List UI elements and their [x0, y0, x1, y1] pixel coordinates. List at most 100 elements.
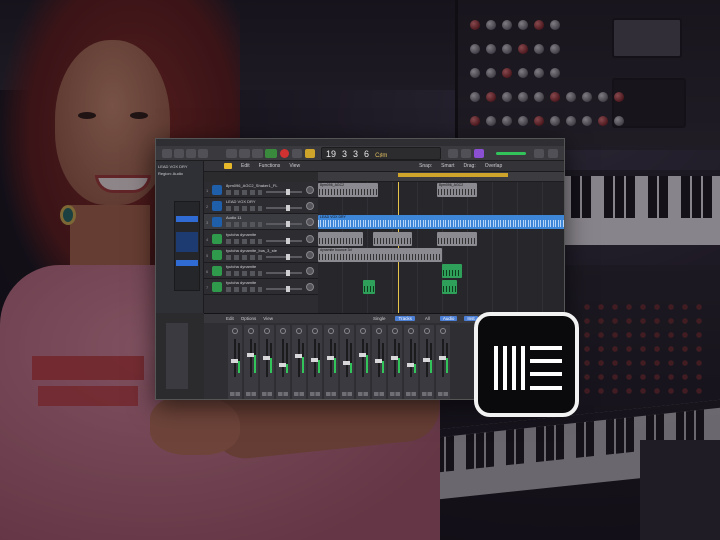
volume-fader[interactable]	[263, 339, 271, 377]
volume-fader[interactable]	[231, 339, 239, 377]
pan-knob[interactable]	[376, 328, 382, 334]
mixer-menu-edit[interactable]: Edit	[226, 316, 234, 321]
fader-handle[interactable]	[286, 237, 290, 244]
track-name[interactable]: tyutcha dynamite	[226, 280, 256, 285]
track-volume-fader[interactable]	[266, 253, 302, 260]
mute-solo-buttons[interactable]	[326, 392, 336, 396]
pan-knob[interactable]	[296, 328, 302, 334]
arrange-area[interactable]: 8pm096_AGC2 8pm096_AGC2 LEAD VOX DRY dynami…	[318, 182, 564, 313]
pan-knob[interactable]	[248, 328, 254, 334]
volume-fader[interactable]	[375, 339, 383, 377]
pan-knob[interactable]	[328, 328, 334, 334]
capture-recording-button[interactable]	[292, 149, 302, 158]
track-pan-knob[interactable]	[306, 283, 314, 292]
region[interactable]: 8pm096_AGC2	[437, 183, 477, 197]
mute-solo-buttons[interactable]	[278, 392, 288, 396]
smart-controls-button[interactable]	[198, 149, 208, 158]
track-name[interactable]: Audio 11	[226, 215, 242, 220]
track-mute-solo-buttons[interactable]	[226, 271, 262, 276]
volume-fader[interactable]	[359, 339, 367, 377]
browser-button[interactable]	[548, 149, 558, 158]
track-mute-solo-buttons[interactable]	[226, 254, 262, 260]
region[interactable]	[318, 231, 363, 246]
mixer-menu-view[interactable]: View	[263, 316, 273, 321]
timeline-ruler[interactable]	[318, 172, 564, 182]
inspector-button[interactable]	[174, 149, 184, 158]
mute-solo-buttons[interactable]	[342, 392, 352, 396]
mute-solo-buttons[interactable]	[246, 392, 256, 396]
input-slot[interactable]	[176, 216, 198, 222]
track-pan-knob[interactable]	[306, 234, 314, 243]
track-header[interactable]: 6 tyutcha dynamite	[204, 263, 318, 279]
fader-handle[interactable]	[286, 221, 290, 228]
snap-value[interactable]: Smart	[441, 163, 454, 169]
volume-fader[interactable]	[423, 339, 431, 377]
fader-handle[interactable]	[286, 253, 290, 260]
record-button[interactable]	[280, 149, 289, 158]
track-pan-knob[interactable]	[306, 186, 314, 194]
pan-knob[interactable]	[280, 328, 286, 334]
track-mute-solo-buttons[interactable]	[226, 206, 262, 212]
play-button[interactable]	[265, 149, 277, 158]
track-pan-knob[interactable]	[306, 202, 314, 211]
channel-strip[interactable]	[292, 325, 306, 399]
fader-handle[interactable]	[286, 205, 290, 212]
track-volume-fader[interactable]	[266, 189, 302, 195]
fader-handle[interactable]	[286, 270, 290, 276]
volume-fader[interactable]	[407, 339, 415, 377]
mute-solo-buttons[interactable]	[262, 392, 272, 396]
channel-strip[interactable]	[276, 325, 290, 399]
mute-solo-buttons[interactable]	[374, 392, 384, 396]
mixer-filter-tracks[interactable]: Tracks	[395, 316, 415, 321]
mixer-filter-single[interactable]: Single	[370, 316, 389, 321]
track-name[interactable]: tyutcha dynamite	[226, 264, 256, 269]
library-button[interactable]	[162, 149, 172, 158]
channel-strip[interactable]	[228, 325, 242, 399]
track-name[interactable]: tyutcha dynamite	[226, 232, 256, 237]
track-mute-solo-buttons[interactable]	[226, 222, 262, 228]
track-header[interactable]: 5 tyutcha dynamite_bus_3_ste	[204, 247, 318, 263]
pan-knob[interactable]	[360, 328, 366, 334]
channel-strip[interactable]	[340, 325, 354, 399]
region[interactable]	[442, 280, 457, 295]
channel-strip[interactable]	[436, 325, 450, 399]
lcd-display[interactable]: 19 3 3 6 C♯m	[321, 147, 441, 160]
volume-fader[interactable]	[311, 339, 319, 377]
channel-strip[interactable]	[404, 325, 418, 399]
tracks-menu-functions[interactable]: Functions	[259, 163, 281, 169]
track-header[interactable]: 4 tyutcha dynamite	[204, 231, 318, 247]
metronome-button[interactable]	[461, 149, 471, 158]
forward-button[interactable]	[239, 149, 250, 158]
track-header[interactable]: 2 LEAD VOX DRY	[204, 198, 318, 215]
drag-value[interactable]: Overlap	[485, 163, 503, 169]
audio-fx-slots[interactable]	[176, 232, 198, 252]
volume-fader[interactable]	[343, 339, 351, 377]
channel-strip[interactable]	[324, 325, 338, 399]
catch-playhead-button[interactable]	[224, 163, 232, 169]
track-pan-knob[interactable]	[306, 267, 314, 275]
fader-handle[interactable]	[286, 286, 290, 293]
notes-button[interactable]	[534, 149, 544, 158]
region[interactable]	[437, 231, 477, 246]
track-mute-solo-buttons[interactable]	[226, 287, 262, 293]
pan-knob[interactable]	[312, 328, 318, 334]
track-header[interactable]: 1 8pm096_AGC2_Shaker1_FL	[204, 182, 318, 198]
mixer-filter-audio[interactable]: Audio	[439, 316, 458, 321]
volume-fader[interactable]	[295, 339, 303, 377]
channel-strip[interactable]	[372, 325, 386, 399]
pan-knob[interactable]	[440, 328, 446, 334]
channel-strip[interactable]	[388, 325, 402, 399]
volume-fader[interactable]	[391, 339, 399, 377]
volume-fader[interactable]	[327, 339, 335, 377]
pan-knob[interactable]	[392, 328, 398, 334]
pan-knob[interactable]	[264, 328, 270, 334]
pan-knob[interactable]	[408, 328, 414, 334]
master-volume-slider[interactable]	[496, 152, 526, 155]
region[interactable]	[362, 280, 376, 295]
tuner-button[interactable]	[448, 149, 458, 158]
mute-solo-buttons[interactable]	[406, 392, 416, 396]
region[interactable]: 8pm096_AGC2	[318, 183, 378, 197]
track-volume-fader[interactable]	[266, 270, 302, 276]
track-name[interactable]: tyutcha dynamite_bus_3_ste	[226, 248, 277, 253]
track-pan-knob[interactable]	[306, 250, 314, 259]
